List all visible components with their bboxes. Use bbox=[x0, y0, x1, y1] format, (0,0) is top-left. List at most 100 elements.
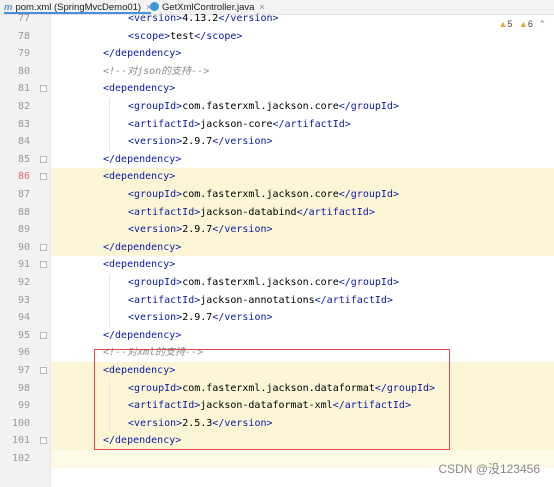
line-number: 101 bbox=[11, 435, 30, 447]
code-line[interactable]: 86 <dependency> bbox=[0, 168, 554, 186]
fold-marker-icon[interactable] bbox=[40, 155, 47, 163]
line-number: 89 bbox=[17, 224, 30, 236]
code-text: <dependency> bbox=[103, 80, 175, 98]
xml-tag: </version> bbox=[212, 312, 273, 324]
line-number: 85 bbox=[17, 153, 30, 165]
xml-tag: <dependency> bbox=[103, 259, 176, 271]
line-number: 80 bbox=[17, 65, 30, 77]
code-text: <version>4.13.2</version> bbox=[128, 10, 279, 28]
xml-tag: </artifactId> bbox=[296, 206, 375, 218]
code-line[interactable]: 84 <version>2.9.7</version> bbox=[0, 133, 554, 151]
line-number: 93 bbox=[17, 294, 30, 306]
xml-text: jackson-core bbox=[200, 118, 273, 130]
line-number: 97 bbox=[17, 365, 30, 376]
fold-marker-icon[interactable] bbox=[40, 331, 47, 339]
code-line[interactable]: 91 <dependency> bbox=[0, 256, 554, 274]
xml-tag: <artifactId> bbox=[128, 294, 201, 306]
fold-marker-icon[interactable] bbox=[40, 85, 47, 93]
code-line[interactable]: 95 </dependency> bbox=[0, 327, 554, 345]
xml-tag: </groupId> bbox=[338, 101, 399, 112]
code-text: </dependency> bbox=[103, 327, 181, 345]
xml-text: com.fasterxml.jackson.core bbox=[182, 101, 339, 112]
xml-tag: <artifactId> bbox=[128, 118, 201, 130]
line-number: 91 bbox=[17, 259, 30, 271]
code-line[interactable]: 77 <version>4.13.2</version> bbox=[0, 10, 554, 28]
line-number: 81 bbox=[17, 83, 30, 95]
line-number: 86 bbox=[17, 171, 30, 183]
code-line[interactable]: 82 <groupId>com.fasterxml.jackson.core</g… bbox=[0, 98, 554, 116]
code-line[interactable]: 88 <artifactId>jackson-databind</artifact… bbox=[0, 204, 554, 222]
xml-tag: <scope> bbox=[128, 30, 171, 42]
xml-text: com.fasterxml.jackson.core bbox=[182, 189, 339, 200]
code-text: </dependency> bbox=[103, 45, 181, 63]
xml-text: test bbox=[170, 30, 195, 42]
code-text: <dependency> bbox=[103, 168, 175, 186]
xml-tag: </dependency> bbox=[103, 329, 182, 341]
line-number: 100 bbox=[11, 417, 30, 429]
code-text: </dependency> bbox=[103, 151, 181, 169]
xml-tag: <artifactId> bbox=[128, 206, 201, 218]
line-number: 88 bbox=[17, 206, 30, 218]
line-number: 96 bbox=[17, 347, 30, 359]
warning-count: 5 bbox=[507, 19, 513, 29]
xml-text: com.fasterxml.jackson.core bbox=[182, 277, 339, 288]
xml-text: jackson-annotations bbox=[200, 294, 315, 306]
line-number: 98 bbox=[17, 382, 30, 394]
code-text: <artifactId>jackson-core</artifactId> bbox=[128, 116, 351, 134]
code-line[interactable]: 79 </dependency> bbox=[0, 45, 554, 63]
code-line[interactable]: 90 </dependency> bbox=[0, 239, 554, 257]
code-text: <groupId>com.fasterxml.jackson.core</gro… bbox=[128, 186, 399, 204]
code-text: <groupId>com.fasterxml.jackson.core</gro… bbox=[128, 274, 399, 292]
fold-marker-icon[interactable] bbox=[40, 173, 47, 181]
code-text: </dependency> bbox=[103, 239, 181, 257]
line-number: 78 bbox=[17, 30, 30, 42]
xml-tag: <version> bbox=[128, 224, 183, 236]
xml-tag: <groupId> bbox=[128, 277, 183, 288]
xml-tag: <version> bbox=[128, 312, 183, 324]
fold-marker-icon[interactable] bbox=[40, 367, 47, 374]
code-line[interactable]: 89 <version>2.9.7</version> bbox=[0, 221, 554, 239]
line-number: 83 bbox=[17, 118, 30, 130]
code-line[interactable]: 93 <artifactId>jackson-annotations</artif… bbox=[0, 292, 554, 310]
weak-warning-icon: ▲ bbox=[519, 19, 528, 29]
watermark: CSDN @没123456 bbox=[438, 462, 540, 476]
xml-tag: <groupId> bbox=[128, 189, 183, 200]
line-number: 82 bbox=[17, 101, 30, 112]
fold-marker-icon[interactable] bbox=[40, 243, 47, 251]
xml-text: jackson-databind bbox=[200, 206, 297, 218]
code-text: <scope>test</scope> bbox=[128, 28, 242, 46]
xml-tag: <dependency> bbox=[103, 83, 176, 95]
code-line[interactable]: 81 <dependency> bbox=[0, 80, 554, 98]
code-line[interactable]: 83 <artifactId>jackson-core</artifactId> bbox=[0, 116, 554, 134]
xml-comment: <!--对json的支持--> bbox=[103, 65, 210, 77]
xml-tag: </scope> bbox=[194, 30, 243, 42]
code-text: <version>2.9.7</version> bbox=[128, 221, 273, 239]
code-text: <!--对json的支持--> bbox=[103, 63, 209, 81]
line-number: 90 bbox=[17, 241, 30, 253]
code-line[interactable]: 92 <groupId>com.fasterxml.jackson.core</g… bbox=[0, 274, 554, 292]
line-number: 95 bbox=[17, 329, 30, 341]
code-line[interactable]: 85 </dependency> bbox=[0, 151, 554, 169]
chevron-up-icon[interactable]: ⌃ bbox=[538, 19, 546, 29]
code-text: <version>2.9.7</version> bbox=[128, 133, 273, 151]
xml-tag: </version> bbox=[212, 136, 273, 148]
fold-marker-icon[interactable] bbox=[40, 261, 47, 269]
line-number: 77 bbox=[17, 13, 30, 24]
xml-tag: </dependency> bbox=[103, 241, 182, 253]
line-number: 102 bbox=[11, 453, 30, 464]
code-line[interactable]: 94 <version>2.9.7</version> bbox=[0, 309, 554, 327]
line-number: 94 bbox=[17, 312, 30, 324]
xml-tag: </dependency> bbox=[103, 153, 182, 165]
xml-text: 2.9.7 bbox=[182, 136, 213, 148]
fold-marker-icon[interactable] bbox=[40, 437, 47, 445]
code-text: <groupId>com.fasterxml.jackson.core</gro… bbox=[128, 98, 399, 116]
weak-warning-count: 6 bbox=[527, 19, 533, 29]
xml-tag: </artifactId> bbox=[272, 118, 351, 130]
code-line[interactable]: 87 <groupId>com.fasterxml.jackson.core</g… bbox=[0, 186, 554, 204]
highlight-annotation-box bbox=[94, 349, 450, 450]
xml-tag: <version> bbox=[128, 13, 183, 24]
code-line[interactable]: 80 <!--对json的支持--> bbox=[0, 63, 554, 81]
inspection-widget[interactable]: ▲5 ▲6 ⌃ bbox=[499, 19, 546, 30]
xml-tag: </dependency> bbox=[103, 48, 182, 60]
code-line[interactable]: 78 <scope>test</scope> bbox=[0, 28, 554, 46]
